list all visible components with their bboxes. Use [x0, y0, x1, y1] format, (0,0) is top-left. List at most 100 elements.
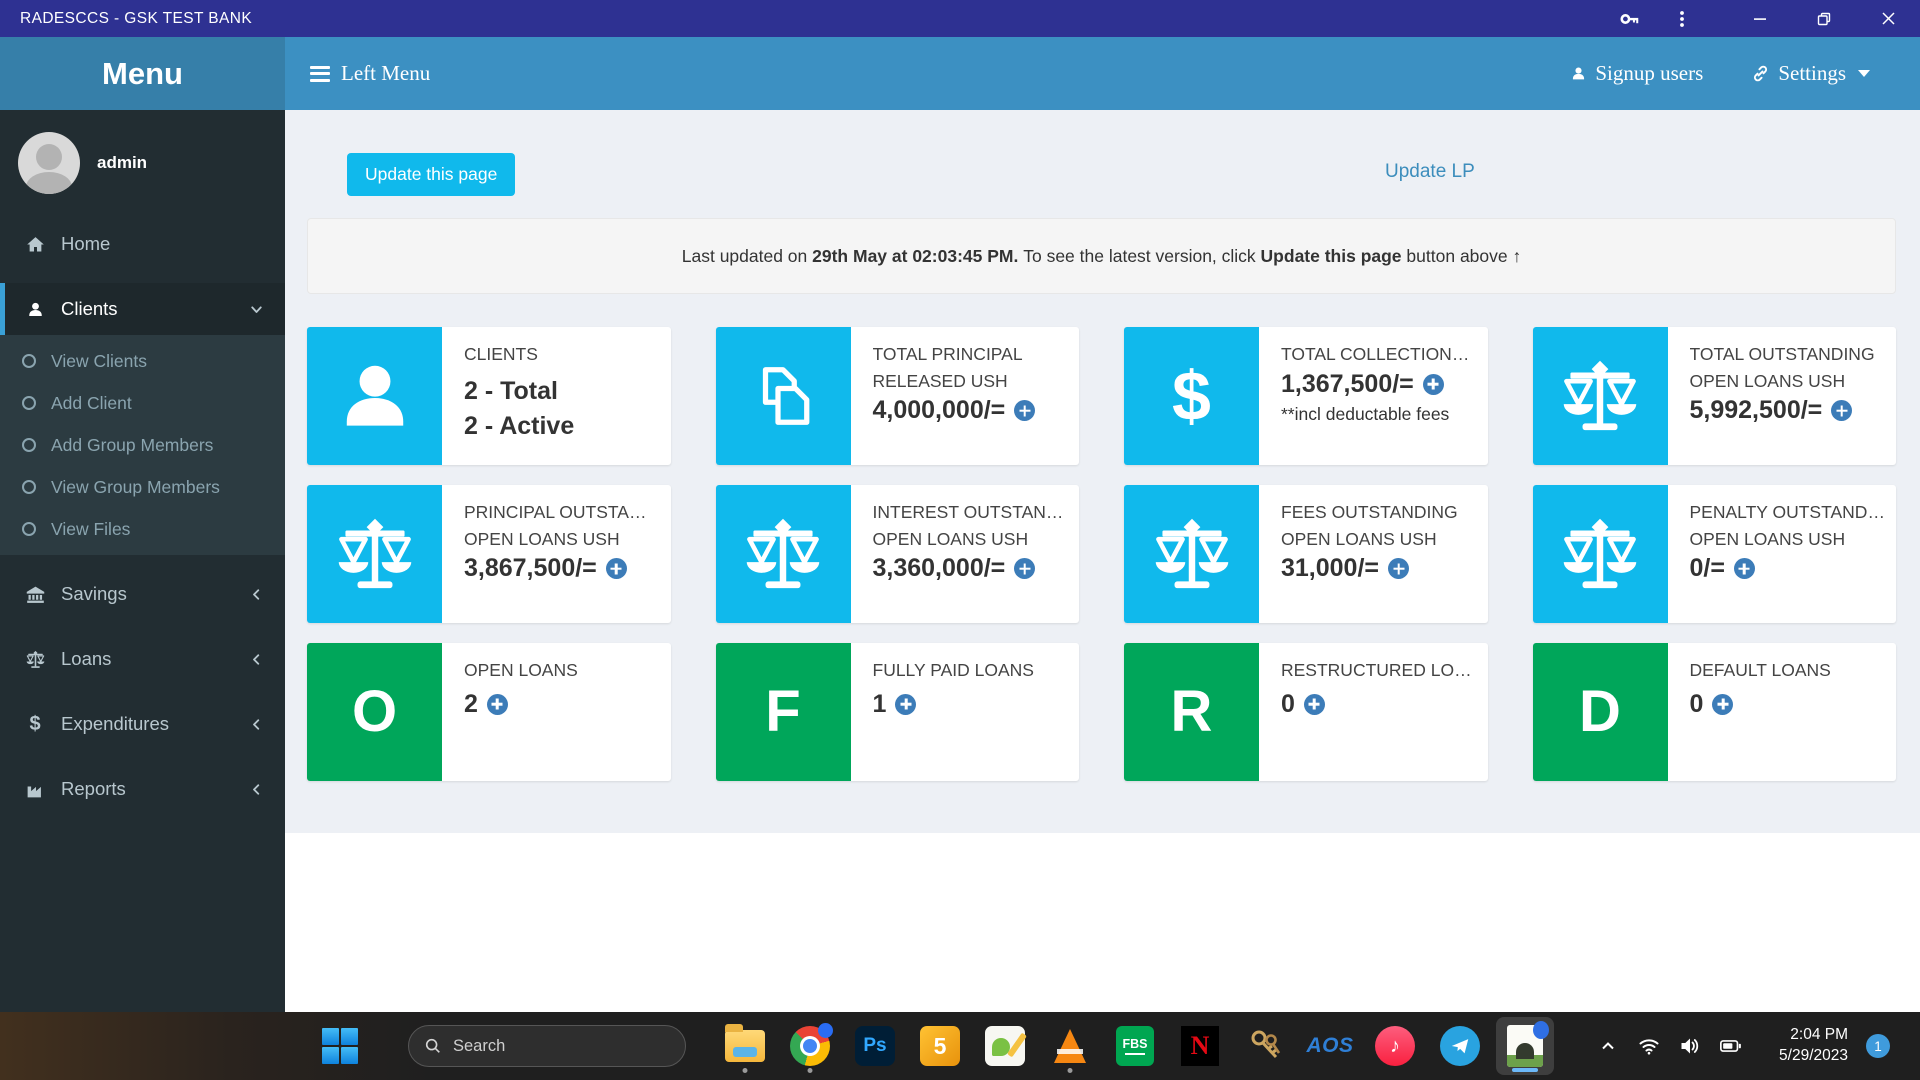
card-icon-panel	[307, 327, 442, 465]
plus-icon[interactable]	[1712, 693, 1734, 715]
card-title: DEFAULT LOANS	[1689, 660, 1831, 680]
stat-card-total-collection: $ TOTAL COLLECTION… 1,367,500/= **incl d…	[1124, 327, 1488, 465]
close-button[interactable]	[1856, 0, 1920, 37]
card-value: 2 - Active	[464, 411, 575, 440]
plus-icon[interactable]	[1014, 400, 1036, 422]
card-title: PRINCIPAL OUTSTA…	[464, 502, 647, 522]
vlc-cone-icon[interactable]	[1041, 1017, 1099, 1075]
restore-button[interactable]	[1792, 0, 1856, 37]
notepad-plus-plus-icon[interactable]	[976, 1017, 1034, 1075]
letter-icon: D	[1579, 679, 1621, 744]
plus-icon[interactable]	[1303, 693, 1325, 715]
plus-icon[interactable]	[895, 693, 917, 715]
card-icon-panel	[1532, 485, 1668, 623]
battery-icon[interactable]	[1719, 1034, 1743, 1058]
dollar-icon: $	[1172, 357, 1211, 435]
keys-icon[interactable]	[1236, 1017, 1294, 1075]
photoshop-icon[interactable]: Ps	[846, 1017, 904, 1075]
card-value: 4,000,000/=	[872, 396, 1006, 425]
search-input[interactable]	[453, 1036, 653, 1056]
scales-icon	[24, 649, 46, 670]
signup-users-link[interactable]: Signup users	[1570, 61, 1703, 86]
dollar-icon: $	[29, 712, 41, 735]
card-value: 31,000/=	[1281, 554, 1380, 583]
card-value: 5,992,500/=	[1689, 396, 1823, 425]
page-footer-area	[285, 833, 1920, 1012]
notification-badge[interactable]: 1	[1866, 1034, 1890, 1058]
start-button[interactable]	[311, 1017, 369, 1075]
sidebar-item-home[interactable]: Home	[0, 218, 285, 270]
sidebar-item-add-client[interactable]: Add Client	[0, 382, 285, 424]
minimize-button[interactable]	[1728, 0, 1792, 37]
volume-icon[interactable]	[1678, 1034, 1702, 1058]
card-icon-panel: R	[1124, 643, 1259, 781]
clients-submenu: View Clients Add Client Add Group Member…	[0, 335, 285, 555]
clock-date: 5/29/2023	[1779, 1047, 1848, 1064]
sidebar-item-loans[interactable]: Loans	[0, 633, 285, 685]
fbs-icon[interactable]: FBS	[1106, 1017, 1164, 1075]
settings-dropdown[interactable]: Settings	[1751, 61, 1870, 86]
plus-icon[interactable]	[486, 693, 508, 715]
windows-logo-icon	[321, 1027, 359, 1065]
plus-icon[interactable]	[1733, 558, 1755, 580]
circle-icon	[22, 522, 36, 536]
stat-card-principal-outstanding: PRINCIPAL OUTSTA… OPEN LOANS USH 3,867,5…	[307, 485, 671, 623]
wifi-icon[interactable]	[1637, 1034, 1661, 1058]
sidebar-item-expenditures[interactable]: $ Expenditures	[0, 698, 285, 750]
chrome-icon[interactable]	[781, 1017, 839, 1075]
five-book-icon[interactable]: 5	[911, 1017, 969, 1075]
clock-time: 2:04 PM	[1790, 1026, 1848, 1044]
user-panel: admin	[0, 110, 285, 210]
settings-link-icon	[1751, 64, 1770, 83]
hamburger-icon	[310, 65, 330, 82]
card-title: OPEN LOANS USH	[1689, 528, 1846, 549]
sidebar-item-reports[interactable]: Reports	[0, 763, 285, 815]
reports-chart-icon	[24, 779, 46, 800]
chrome-badge	[818, 1023, 833, 1038]
password-key-icon[interactable]	[1604, 0, 1656, 37]
sidebar-item-view-clients[interactable]: View Clients	[0, 340, 285, 382]
card-title: OPEN LOANS USH	[1689, 370, 1846, 391]
top-navbar: Menu Left Menu Signup users Settings	[0, 37, 1920, 110]
netflix-icon[interactable]: N	[1171, 1017, 1229, 1075]
stat-card-interest-outstanding: INTEREST OUTSTAN… OPEN LOANS USH 3,360,0…	[715, 485, 1079, 623]
sidebar-item-clients[interactable]: Clients	[0, 283, 285, 335]
person-icon	[24, 300, 46, 319]
chevron-left-icon	[248, 716, 265, 733]
active-image-app-icon[interactable]	[1496, 1017, 1554, 1075]
card-title: OPEN LOANS USH	[464, 528, 620, 549]
content-area: Update this page Update LP Last updated …	[285, 110, 1920, 1012]
card-value: 0	[1281, 689, 1295, 718]
tray-clock[interactable]: 2:04 PM 5/29/2023	[1750, 1012, 1848, 1080]
taskbar-search[interactable]	[408, 1025, 686, 1067]
card-title: TOTAL COLLECTION…	[1281, 344, 1470, 364]
sidebar-item-add-group-members[interactable]: Add Group Members	[0, 424, 285, 466]
aos-icon[interactable]: AOS	[1301, 1017, 1359, 1075]
plus-icon[interactable]	[1014, 558, 1036, 580]
music-icon[interactable]: ♪	[1366, 1017, 1424, 1075]
card-title: RELEASED USH	[872, 370, 1008, 391]
circle-icon	[22, 480, 36, 494]
plus-icon[interactable]	[605, 558, 627, 580]
sidebar-item-view-files[interactable]: View Files	[0, 508, 285, 550]
plus-icon[interactable]	[1388, 558, 1410, 580]
sidebar-brand: Menu	[0, 37, 285, 110]
letter-icon: O	[351, 679, 398, 744]
card-note: **incl deductable fees	[1281, 403, 1450, 424]
plus-icon[interactable]	[1422, 373, 1444, 395]
update-page-button[interactable]: Update this page	[347, 153, 516, 196]
kebab-menu-icon[interactable]	[1656, 0, 1708, 37]
plus-icon[interactable]	[1831, 400, 1853, 422]
sidebar-item-view-group-members[interactable]: View Group Members	[0, 466, 285, 508]
left-menu-toggle[interactable]: Left Menu	[285, 61, 430, 86]
user-name: admin	[97, 153, 148, 172]
card-title: TOTAL PRINCIPAL	[872, 344, 1023, 364]
card-value: 0/=	[1689, 554, 1725, 583]
telegram-icon[interactable]	[1431, 1017, 1489, 1075]
update-lp-link[interactable]: Update LP	[1385, 161, 1475, 183]
sidebar-item-savings[interactable]: Savings	[0, 568, 285, 620]
file-explorer-icon[interactable]	[716, 1017, 774, 1075]
card-title: RESTRUCTURED LO…	[1281, 660, 1472, 680]
tray-chevron-up-icon[interactable]	[1596, 1034, 1620, 1058]
chevron-left-icon	[248, 781, 265, 798]
